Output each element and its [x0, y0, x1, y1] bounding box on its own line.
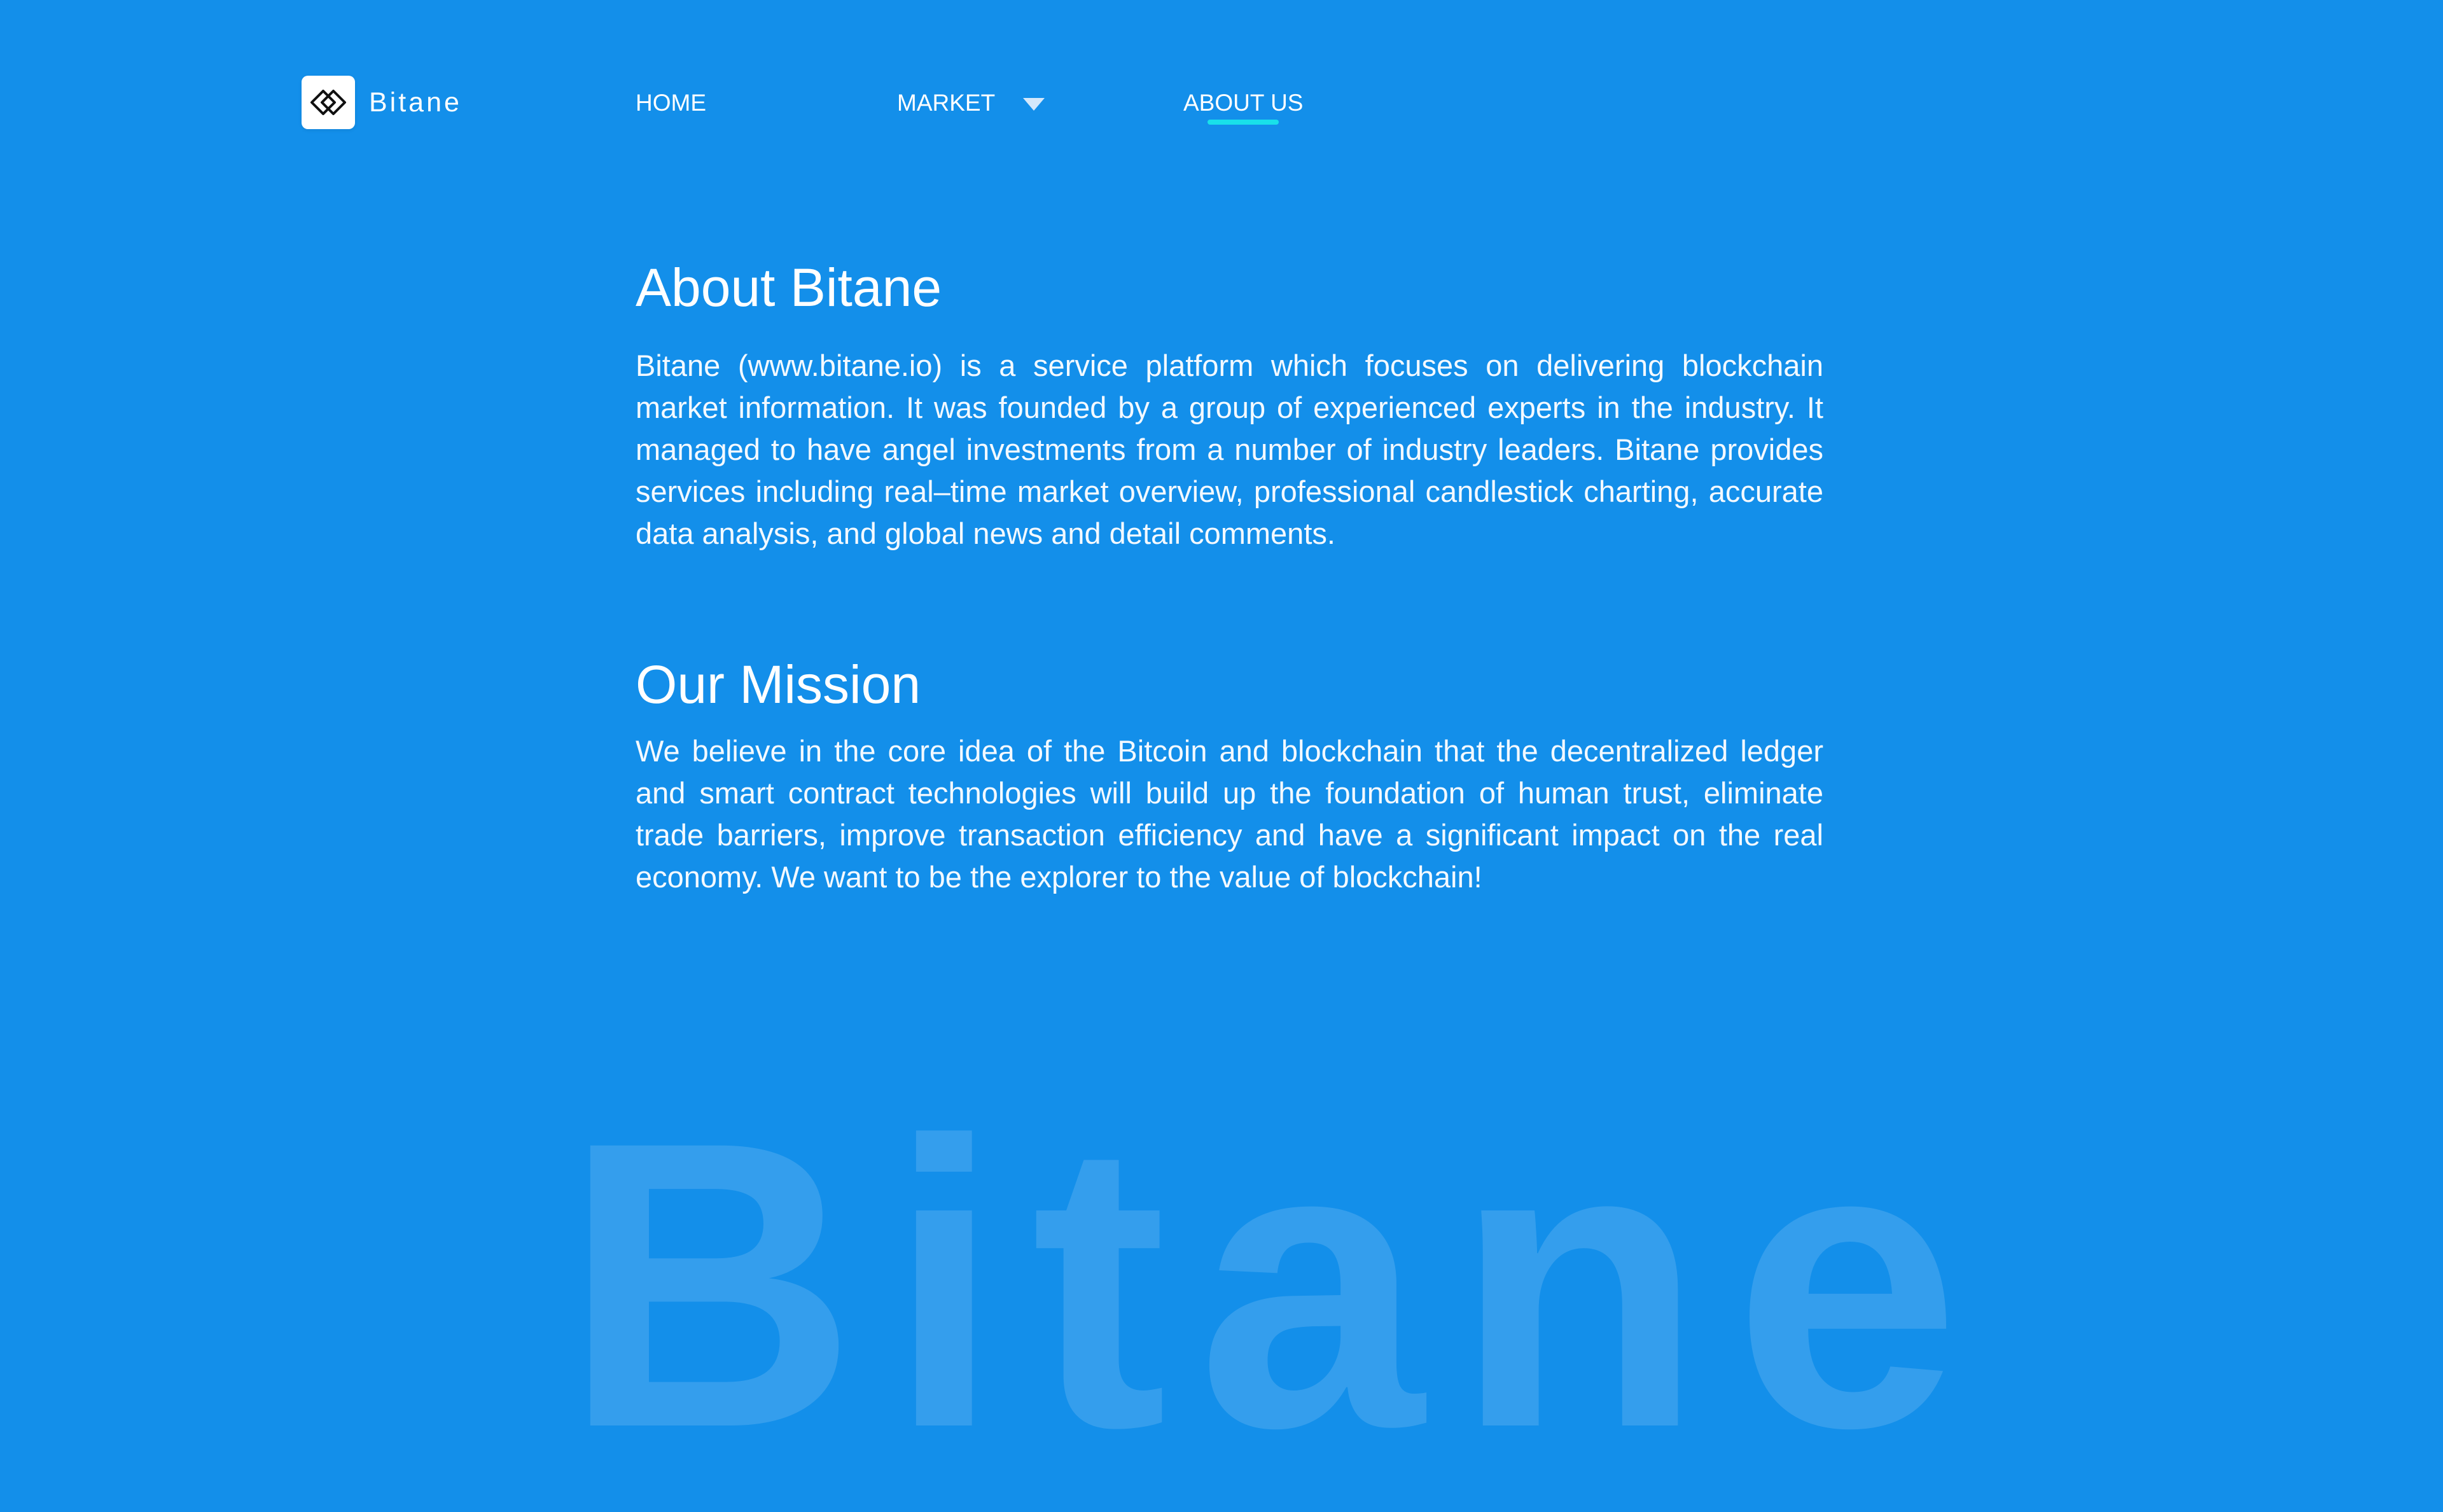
brand-logo-link[interactable]: Bitane	[302, 75, 462, 130]
nav-home-link[interactable]: HOME	[636, 84, 706, 122]
active-nav-indicator	[1208, 120, 1279, 125]
brand-watermark: Bitane	[563, 1057, 1991, 1512]
bitane-diamond-logo-icon	[302, 76, 355, 129]
about-description: Bitane (www.bitane.io) is a service plat…	[636, 349, 1823, 550]
nav-market-dropdown[interactable]: MARKET	[897, 84, 1045, 122]
nav-market-label: MARKET	[897, 90, 996, 116]
brand-name: Bitane	[369, 87, 462, 118]
chevron-down-icon	[1023, 98, 1045, 111]
mission-section: Our Mission We believe in the core idea …	[636, 646, 1823, 898]
nav-home-label: HOME	[636, 90, 706, 116]
mission-title: Our Mission	[636, 655, 921, 714]
about-title: About Bitane	[636, 258, 942, 317]
about-content: About Bitane Bitane (www.bitane.io) is a…	[636, 249, 1823, 898]
nav-about-us-link[interactable]: ABOUT US	[1183, 84, 1303, 122]
mission-description: We believe in the core idea of the Bitco…	[636, 734, 1823, 894]
nav-about-us-label: ABOUT US	[1183, 90, 1304, 116]
about-section: About Bitane Bitane (www.bitane.io) is a…	[636, 249, 1823, 555]
